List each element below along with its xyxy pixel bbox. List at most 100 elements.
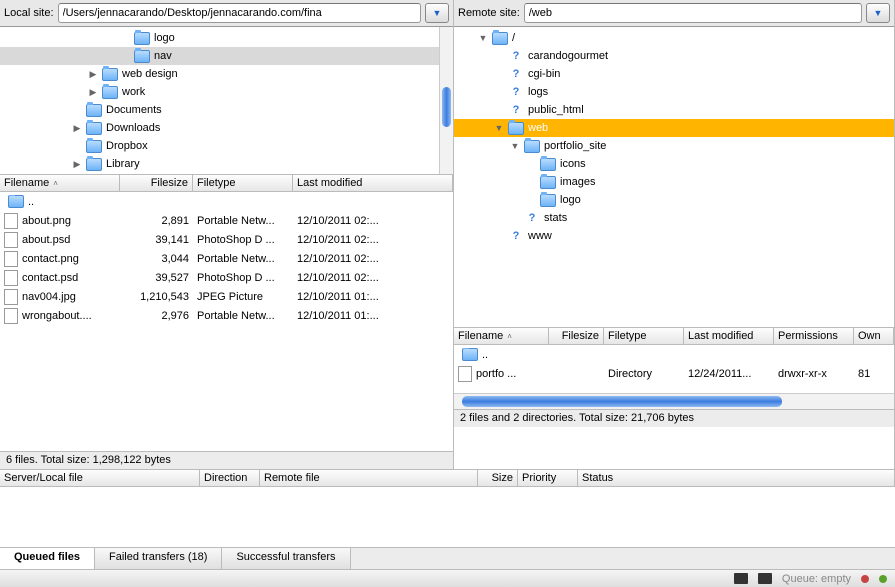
tree-row[interactable]: ?www <box>454 227 894 245</box>
file-row[interactable]: about.psd39,141PhotoShop D ...12/10/2011… <box>0 230 453 249</box>
chevron-down-icon: ▼ <box>874 8 883 18</box>
local-tree[interactable]: logonav web design workDocumentsDownloadsD… <box>0 27 453 174</box>
local-path-dropdown[interactable]: ▼ <box>425 3 449 23</box>
tree-row[interactable]: images <box>454 173 894 191</box>
transfer-queue-list[interactable] <box>0 487 895 547</box>
disclosure-arrow-icon[interactable] <box>72 123 82 134</box>
cell-mod: 12/10/2011 01:... <box>293 291 383 303</box>
file-row[interactable]: contact.psd39,527PhotoShop D ...12/10/20… <box>0 268 453 287</box>
cell-size: 2,891 <box>120 215 193 227</box>
local-file-list[interactable]: .. about.png2,891Portable Netw...12/10/2… <box>0 192 453 451</box>
status-dot-error <box>861 575 869 583</box>
cell-perms: drwxr-xr-x <box>774 368 854 380</box>
tab-success[interactable]: Successful transfers <box>222 548 350 569</box>
local-panel: Local site: ▼ logonav web design workDocum… <box>0 0 454 469</box>
col-lastmod[interactable]: Last modified <box>293 175 453 191</box>
unknown-folder-icon: ? <box>508 228 524 244</box>
remote-status: 2 files and 2 directories. Total size: 2… <box>454 409 894 427</box>
tree-row[interactable]: web <box>454 119 894 137</box>
folder-icon <box>86 158 102 171</box>
remote-tree[interactable]: /?carandogourmet?cgi-bin?logs?public_htm… <box>454 27 894 327</box>
file-row[interactable]: wrongabout....2,976Portable Netw...12/10… <box>0 306 453 325</box>
disclosure-arrow-icon[interactable] <box>510 141 520 151</box>
col-priority[interactable]: Priority <box>518 470 578 486</box>
queue-status: Queue: empty <box>782 573 851 585</box>
col-filename[interactable]: Filename˄ <box>454 328 549 344</box>
remote-file-list[interactable]: .. portfo ... Directory12/24/2011...drwxr… <box>454 345 894 393</box>
tree-row[interactable]: ?stats <box>454 209 894 227</box>
transfer-tabs: Queued files Failed transfers (18) Succe… <box>0 547 895 569</box>
local-path-input[interactable] <box>58 3 421 23</box>
remote-list-hscroll[interactable] <box>454 393 894 409</box>
file-row[interactable]: portfo ... Directory12/24/2011...drwxr-xr… <box>454 364 894 383</box>
tree-row[interactable]: work <box>0 83 453 101</box>
parent-dir-row[interactable]: .. <box>454 345 894 364</box>
chevron-down-icon: ▼ <box>433 8 442 18</box>
col-filesize[interactable]: Filesize <box>549 328 604 344</box>
tree-row[interactable]: logo <box>0 29 453 47</box>
col-size[interactable]: Size <box>478 470 518 486</box>
tree-row[interactable]: portfolio_site <box>454 137 894 155</box>
tree-row[interactable]: Dropbox <box>0 137 453 155</box>
col-server[interactable]: Server/Local file <box>0 470 200 486</box>
cell-mod: 12/10/2011 02:... <box>293 272 383 284</box>
tree-label: Library <box>106 158 140 170</box>
tree-row[interactable]: ?logs <box>454 83 894 101</box>
col-owner[interactable]: Own <box>854 328 894 344</box>
file-row[interactable]: contact.png3,044Portable Netw...12/10/20… <box>0 249 453 268</box>
tree-row[interactable]: / <box>454 29 894 47</box>
sort-asc-icon: ˄ <box>507 332 512 341</box>
tree-row[interactable]: logo <box>454 191 894 209</box>
col-filename[interactable]: Filename˄ <box>0 175 120 191</box>
local-tree-scrollbar[interactable] <box>439 27 453 174</box>
folder-icon <box>134 32 150 45</box>
folder-icon <box>524 140 540 153</box>
file-icon <box>4 289 18 305</box>
col-filesize[interactable]: Filesize <box>120 175 193 191</box>
disclosure-arrow-icon[interactable] <box>72 159 82 170</box>
cell-size: 3,044 <box>120 253 193 265</box>
tab-failed[interactable]: Failed transfers (18) <box>95 548 222 569</box>
tree-label: web design <box>122 68 178 80</box>
remote-path-dropdown[interactable]: ▼ <box>866 3 890 23</box>
tree-row[interactable]: Library <box>0 155 453 173</box>
status-dot-ok <box>879 575 887 583</box>
folder-icon <box>462 348 478 361</box>
file-row[interactable]: about.png2,891Portable Netw...12/10/2011… <box>0 211 453 230</box>
tree-row[interactable]: web design <box>0 65 453 83</box>
cell-name: portfo ... <box>454 366 549 382</box>
col-filetype[interactable]: Filetype <box>604 328 684 344</box>
status-bar: Queue: empty <box>0 569 895 587</box>
tree-row[interactable]: ?carandogourmet <box>454 47 894 65</box>
remote-path-input[interactable] <box>524 3 862 23</box>
col-remote[interactable]: Remote file <box>260 470 478 486</box>
tree-row[interactable]: nav <box>0 47 453 65</box>
cell-type: Portable Netw... <box>193 215 293 227</box>
cell-mod: 12/10/2011 02:... <box>293 253 383 265</box>
tree-row[interactable]: ?cgi-bin <box>454 65 894 83</box>
disclosure-arrow-icon[interactable] <box>88 69 98 80</box>
tree-row[interactable]: Downloads <box>0 119 453 137</box>
disclosure-arrow-icon[interactable] <box>88 87 98 98</box>
tree-row[interactable]: ?public_html <box>454 101 894 119</box>
col-permissions[interactable]: Permissions <box>774 328 854 344</box>
cell-mod: 12/24/2011... <box>684 368 774 380</box>
tree-label: images <box>560 176 595 188</box>
col-filetype[interactable]: Filetype <box>193 175 293 191</box>
cell-type: Directory <box>604 368 684 380</box>
tab-queued[interactable]: Queued files <box>0 548 95 569</box>
file-row[interactable]: nav004.jpg1,210,543JPEG Picture12/10/201… <box>0 287 453 306</box>
tree-row[interactable]: icons <box>454 155 894 173</box>
local-site-label: Local site: <box>4 7 54 19</box>
cell-owner: 81 <box>854 368 874 380</box>
cell-size: 2,976 <box>120 310 193 322</box>
disclosure-arrow-icon[interactable] <box>478 33 488 43</box>
folder-icon <box>134 50 150 63</box>
col-direction[interactable]: Direction <box>200 470 260 486</box>
parent-dir-row[interactable]: .. <box>0 192 453 211</box>
tree-row[interactable]: Documents <box>0 101 453 119</box>
cell-size: 39,527 <box>120 272 193 284</box>
col-lastmod[interactable]: Last modified <box>684 328 774 344</box>
col-status[interactable]: Status <box>578 470 895 486</box>
disclosure-arrow-icon[interactable] <box>494 123 504 133</box>
